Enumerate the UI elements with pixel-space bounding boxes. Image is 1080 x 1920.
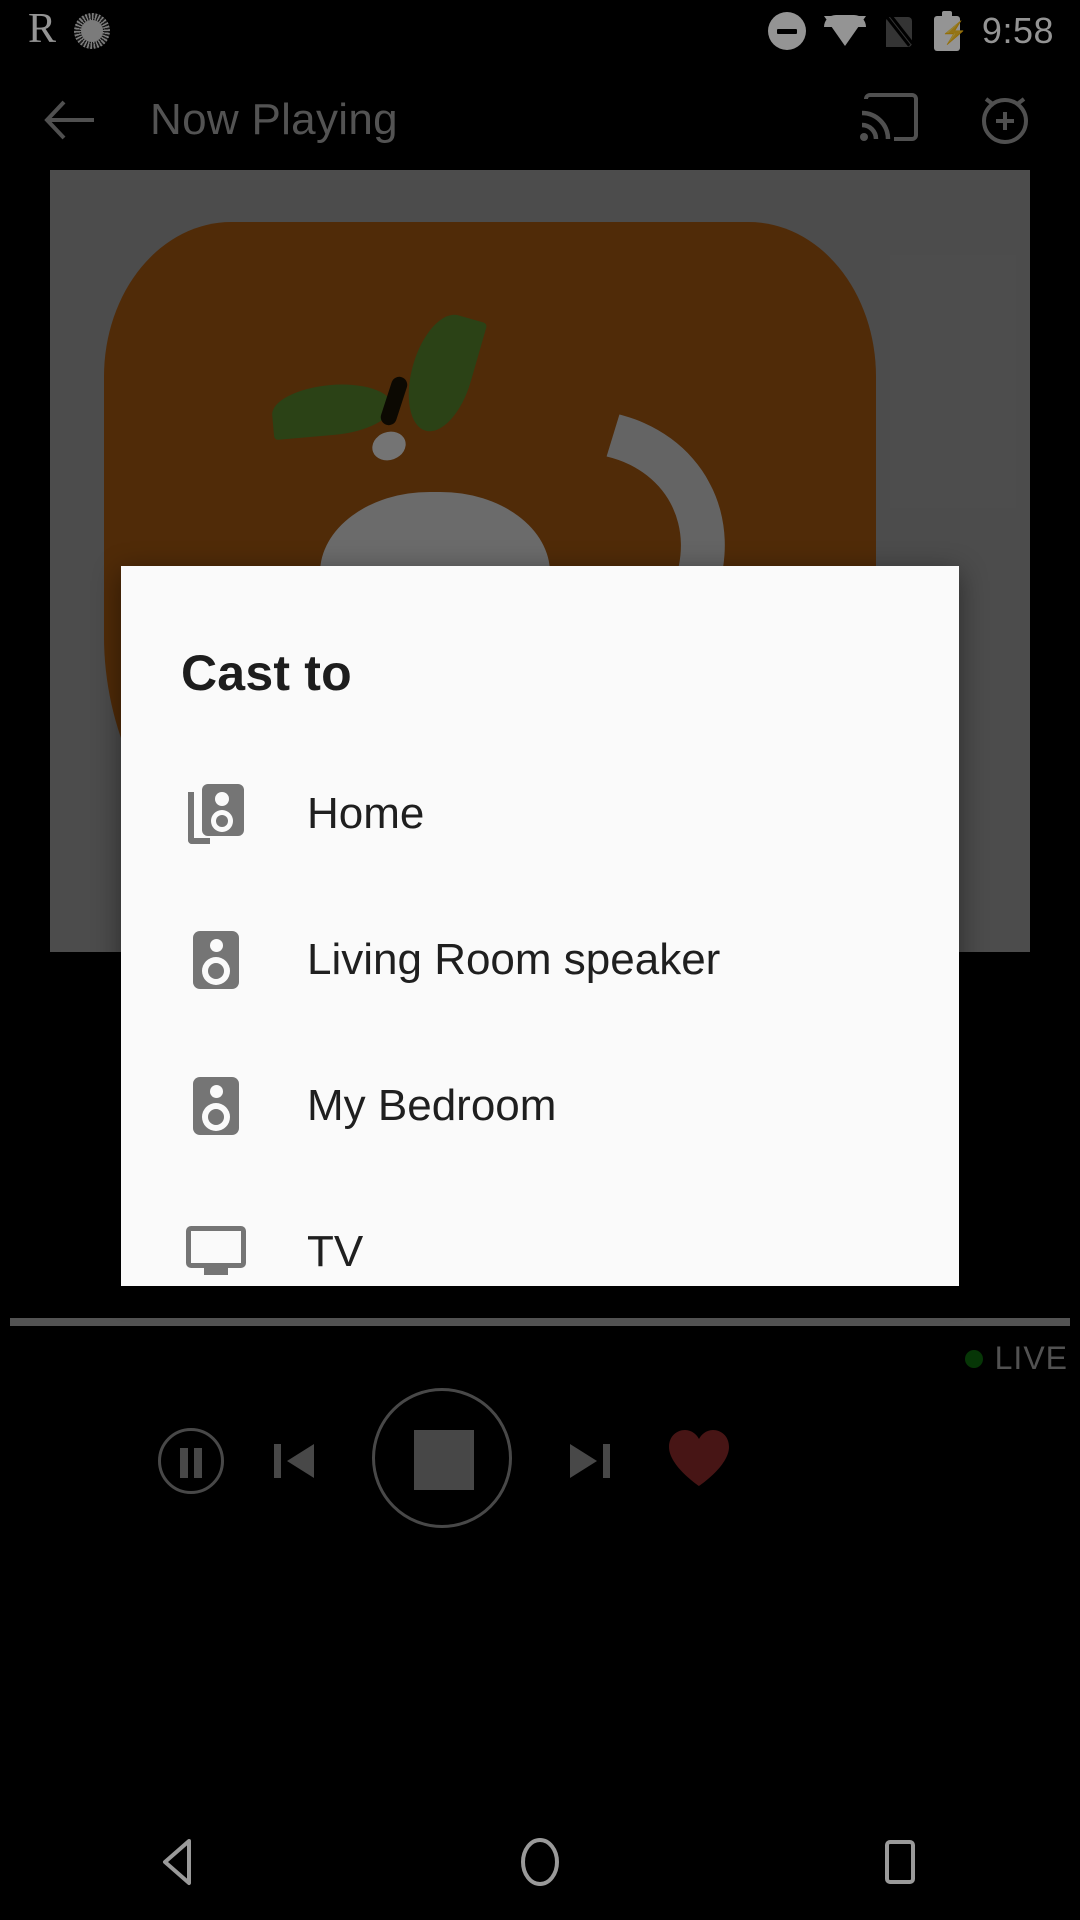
status-bar-notifications: R (28, 6, 111, 52)
stop-button[interactable] (372, 1388, 512, 1528)
back-arrow-icon (44, 100, 94, 139)
status-bar: R ⚡ 9:58 (0, 0, 1080, 62)
heart-icon (669, 1430, 729, 1486)
speaker-icon (185, 931, 247, 989)
cast-device-home[interactable]: Home (121, 741, 959, 887)
speaker-group-icon (185, 784, 247, 844)
cast-device-tv[interactable]: TV (121, 1179, 959, 1286)
cast-device-label: Home (307, 789, 425, 838)
cast-icon (860, 92, 918, 141)
live-label: LIVE (994, 1340, 1068, 1376)
cast-button[interactable] (858, 87, 924, 153)
skip-next-icon (570, 1444, 610, 1478)
notification-r-logo: R (28, 6, 57, 52)
nav-recents-button[interactable] (845, 1807, 955, 1917)
nav-recents-icon (885, 1840, 915, 1884)
sync-progress-icon (74, 13, 111, 49)
app-bar-actions (858, 87, 1056, 153)
cast-device-label: TV (307, 1227, 364, 1276)
nav-back-button[interactable] (125, 1807, 235, 1917)
skip-previous-icon (274, 1444, 314, 1478)
progress-bar-fill (10, 1318, 1070, 1326)
favorite-button[interactable] (666, 1428, 732, 1490)
status-bar-clock: 9:58 (981, 10, 1054, 51)
speaker-icon (185, 1077, 247, 1135)
previous-button[interactable] (268, 1432, 324, 1490)
cast-device-label: Living Room speaker (307, 935, 721, 984)
app-bar: Now Playing (0, 62, 1080, 177)
no-signal-icon (880, 10, 916, 49)
cast-dialog: Cast to Home Living Room speaker My Bedr… (121, 566, 959, 1286)
page-title: Now Playing (150, 94, 398, 144)
nav-home-button[interactable] (485, 1807, 595, 1917)
alarm-add-icon (982, 96, 1028, 144)
do-not-disturb-icon (767, 12, 806, 50)
cast-device-my-bedroom[interactable]: My Bedroom (121, 1033, 959, 1179)
pause-button[interactable] (158, 1428, 224, 1494)
stop-icon (414, 1430, 474, 1490)
back-button[interactable] (34, 84, 106, 156)
dialog-title: Cast to (181, 645, 352, 701)
android-nav-bar (0, 1804, 1080, 1920)
wifi-icon (823, 15, 866, 46)
cast-device-living-room-speaker[interactable]: Living Room speaker (121, 887, 959, 1033)
progress-bar[interactable] (10, 1318, 1070, 1326)
tv-icon (185, 1226, 247, 1278)
nav-back-icon (163, 1839, 191, 1885)
add-alarm-button[interactable] (974, 87, 1040, 153)
cast-device-list: Home Living Room speaker My Bedroom TV (121, 741, 959, 1286)
next-button[interactable] (560, 1432, 616, 1490)
nav-home-icon (521, 1838, 559, 1886)
app-screen: R ⚡ 9:58 Now Playing LIVE Cast to Home L… (0, 0, 1080, 1920)
battery-charging-icon: ⚡ (933, 11, 968, 51)
pause-icon (180, 1448, 188, 1478)
cast-device-label: My Bedroom (307, 1081, 557, 1130)
status-bar-system-icons: ⚡ 9:58 (767, 10, 1054, 52)
transport-controls (0, 1380, 1080, 1640)
live-status-dot (964, 1349, 983, 1368)
live-indicator: LIVE (964, 1340, 1068, 1377)
